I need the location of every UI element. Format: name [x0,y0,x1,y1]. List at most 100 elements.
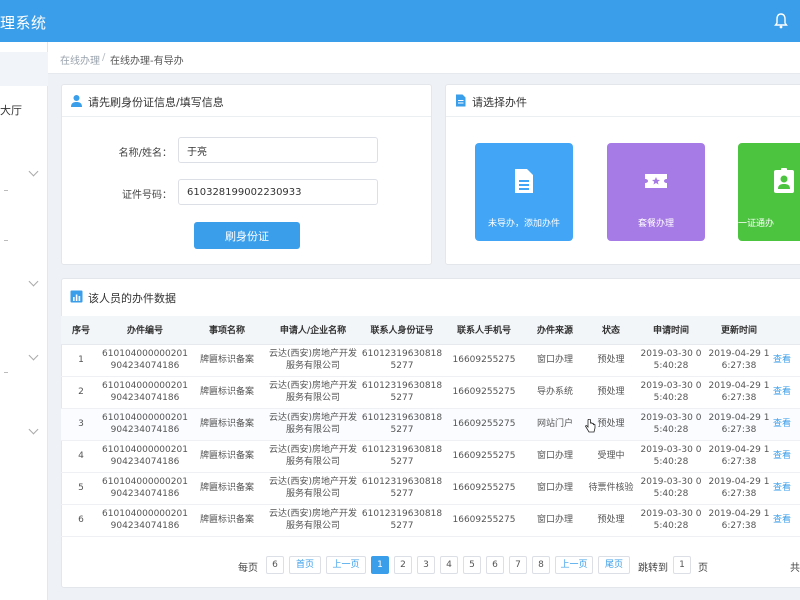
sidebar-divider [4,372,8,373]
select-panel-header: 请选择办件 [446,85,800,117]
chevron-down-icon[interactable] [28,166,39,177]
breadcrumb-parent[interactable]: 在线办理 [60,52,100,67]
table-row[interactable]: 5 610104000000201904234074186 牌匾标识备案 云达(… [61,472,800,505]
cell-update-time: 2019-04-29 16:27:38 [705,440,773,473]
cell-status: 受理中 [585,440,637,473]
prev-page-button[interactable]: 上一页 [326,556,366,574]
first-page-button[interactable]: 首页 [289,556,321,574]
page-button-4[interactable]: 4 [440,556,458,574]
table-row[interactable]: 4 610104000000201904234074186 牌匾标识备案 云达(… [61,440,800,473]
cell-update-time: 2019-04-29 16:27:38 [705,472,773,505]
page-button-6[interactable]: 6 [486,556,504,574]
cell-item-name: 牌匾标识备案 [189,344,265,377]
cell-contact-id: 610123196308185277 [361,440,443,473]
table-row[interactable]: 1 610104000000201904234074186 牌匾标识备案 云达(… [61,344,800,377]
cell-index: 6 [61,504,101,537]
column-header: 申请时间 [637,316,705,345]
page-button-1[interactable]: 1 [371,556,389,574]
cell-status: 预处理 [585,504,637,537]
column-header: 办件编号 [101,316,189,345]
column-header: 联系人手机号 [443,316,525,345]
cell-phone: 16609255275 [443,504,525,537]
per-page-label: 每页 [238,563,258,574]
package-tile[interactable]: 套餐办理 [607,143,705,241]
sidebar-divider [4,190,8,191]
cell-case-number: 610104000000201904234074186 [101,472,189,505]
column-header: 事项名称 [189,316,265,345]
view-link[interactable]: 查看 [773,376,800,409]
last-page-button[interactable]: 尾页 [598,556,630,574]
table-row[interactable]: 6 610104000000201904234074186 牌匾标识备案 云达(… [61,504,800,537]
view-link[interactable]: 查看 [773,504,800,537]
cell-status: 预处理 [585,344,637,377]
hand-cursor-icon [585,419,596,433]
cell-index: 1 [61,344,101,377]
cell-case-number: 610104000000201904234074186 [101,408,189,441]
goto-label: 跳转到 [638,563,668,574]
goto-page-input[interactable]: 1 [673,556,691,574]
breadcrumb-separator: / [102,52,106,63]
view-link[interactable]: 查看 [773,472,800,505]
view-link[interactable]: 查看 [773,440,800,473]
cell-case-number: 610104000000201904234074186 [101,440,189,473]
name-label: 名称/姓名： [118,148,172,159]
id-number-input[interactable] [178,179,378,205]
cell-index: 4 [61,440,101,473]
chevron-down-icon[interactable] [28,350,39,361]
document-icon [456,94,466,107]
cell-index: 5 [61,472,101,505]
cell-contact-id: 610123196308185277 [361,376,443,409]
page-button-8[interactable]: 8 [532,556,550,574]
add-case-tile[interactable]: 未导办，添加办件 [475,143,573,241]
page-button-2[interactable]: 2 [394,556,412,574]
id-panel-title: 请先刷身份证信息/填写信息 [88,96,224,109]
column-header: 办件来源 [525,316,585,345]
chevron-down-icon[interactable] [28,424,39,435]
cell-source: 窗口办理 [525,440,585,473]
cell-index: 2 [61,376,101,409]
sidebar-item-home[interactable] [0,52,48,86]
user-icon [71,95,82,107]
cell-applicant: 云达(西安)房地产开发服务有限公司 [265,472,361,505]
one-cert-tile-label: 一证通办 [738,219,775,229]
page-button-3[interactable]: 3 [417,556,435,574]
total-label: 共 [790,563,800,574]
one-cert-tile[interactable]: 一证通办 [738,143,800,241]
table-row[interactable]: 3 610104000000201904234074186 牌匾标识备案 云达(… [61,408,800,441]
view-link[interactable]: 查看 [773,344,800,377]
sidebar-item-hall[interactable]: 大厅 [0,102,22,118]
bell-icon[interactable] [774,13,788,29]
cell-phone: 16609255275 [443,440,525,473]
column-header [773,316,800,345]
breadcrumb: 在线办理 / 在线办理-有导办 [48,42,800,74]
cell-status: 预处理 [585,376,637,409]
cell-applicant: 云达(西安)房地产开发服务有限公司 [265,408,361,441]
top-bar: 理系统 [0,0,800,42]
file-icon [515,169,533,193]
next-page-button[interactable]: 上一页 [555,556,593,574]
package-tile-label: 套餐办理 [637,219,674,229]
name-input[interactable] [178,137,378,163]
chevron-down-icon[interactable] [28,276,39,287]
cell-index: 3 [61,408,101,441]
cell-item-name: 牌匾标识备案 [189,472,265,505]
table-row[interactable]: 2 610104000000201904234074186 牌匾标识备案 云达(… [61,376,800,409]
per-page-select[interactable]: 6 [266,556,284,574]
cell-update-time: 2019-04-29 16:27:38 [705,376,773,409]
page-unit-label: 页 [698,563,708,574]
cell-update-time: 2019-04-29 16:27:38 [705,408,773,441]
page-button-5[interactable]: 5 [463,556,481,574]
cell-applicant: 云达(西安)房地产开发服务有限公司 [265,440,361,473]
scan-id-card-button[interactable]: 刷身份证 [194,222,300,249]
column-header: 状态 [585,316,637,345]
cell-contact-id: 610123196308185277 [361,504,443,537]
cell-apply-time: 2019-03-30 05:40:28 [637,376,705,409]
cell-applicant: 云达(西安)房地产开发服务有限公司 [265,344,361,377]
cell-apply-time: 2019-03-30 05:40:28 [637,440,705,473]
page-button-7[interactable]: 7 [509,556,527,574]
sidebar: 大厅 [0,42,48,600]
cell-source: 窗口办理 [525,344,585,377]
ticket-star-icon [645,174,667,188]
view-link[interactable]: 查看 [773,408,800,441]
cell-contact-id: 610123196308185277 [361,472,443,505]
